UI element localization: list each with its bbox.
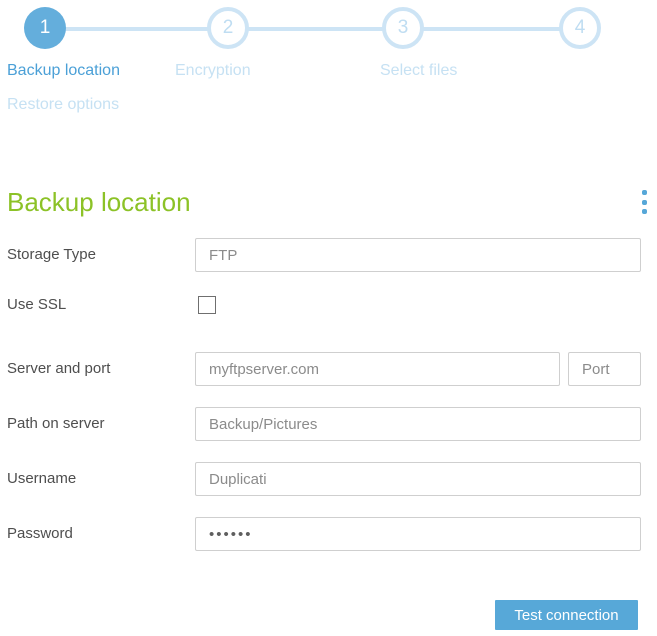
step-2-circle[interactable]: 2 xyxy=(207,7,249,49)
kebab-dot xyxy=(641,190,647,195)
username-label: Username xyxy=(7,470,77,487)
wizard-connector-line xyxy=(45,27,580,31)
path-input[interactable] xyxy=(195,407,641,441)
step-4-label[interactable]: Restore options xyxy=(7,96,119,114)
use-ssl-row: Use SSL xyxy=(7,296,650,314)
step-1-circle[interactable]: 1 xyxy=(24,7,66,49)
password-input[interactable] xyxy=(195,517,641,551)
step-3-label[interactable]: Select files xyxy=(380,62,457,80)
step-2-number: 2 xyxy=(222,17,234,38)
kebab-menu-icon[interactable] xyxy=(637,189,651,215)
server-input[interactable] xyxy=(195,352,560,386)
step-4-circle[interactable]: 4 xyxy=(559,7,601,49)
use-ssl-label: Use SSL xyxy=(7,296,67,313)
kebab-dot xyxy=(641,199,647,205)
step-1-label[interactable]: Backup location xyxy=(7,62,120,80)
username-input[interactable] xyxy=(195,462,641,496)
step-1-number: 1 xyxy=(39,17,51,38)
path-row: Path on server xyxy=(7,407,650,441)
use-ssl-checkbox[interactable] xyxy=(198,296,216,314)
path-label: Path on server xyxy=(7,415,105,432)
storage-type-input[interactable] xyxy=(195,238,641,272)
step-3-circle[interactable]: 3 xyxy=(382,7,424,49)
password-label: Password xyxy=(7,525,73,542)
page-title: Backup location xyxy=(7,187,191,217)
backup-wizard-page: 1 2 3 4 Backup location Encryption Selec… xyxy=(0,0,657,636)
server-port-label: Server and port xyxy=(7,360,111,377)
storage-type-row: Storage Type xyxy=(7,238,650,272)
step-3-number: 3 xyxy=(397,17,409,38)
test-connection-button[interactable]: Test connection xyxy=(495,600,638,630)
kebab-dot xyxy=(641,209,647,214)
username-row: Username xyxy=(7,462,650,496)
port-input[interactable] xyxy=(568,352,641,386)
password-row: Password xyxy=(7,517,650,551)
step-2-label[interactable]: Encryption xyxy=(175,62,251,80)
step-4-number: 4 xyxy=(574,17,586,38)
storage-type-label: Storage Type xyxy=(7,246,96,263)
server-port-row: Server and port xyxy=(7,352,650,386)
